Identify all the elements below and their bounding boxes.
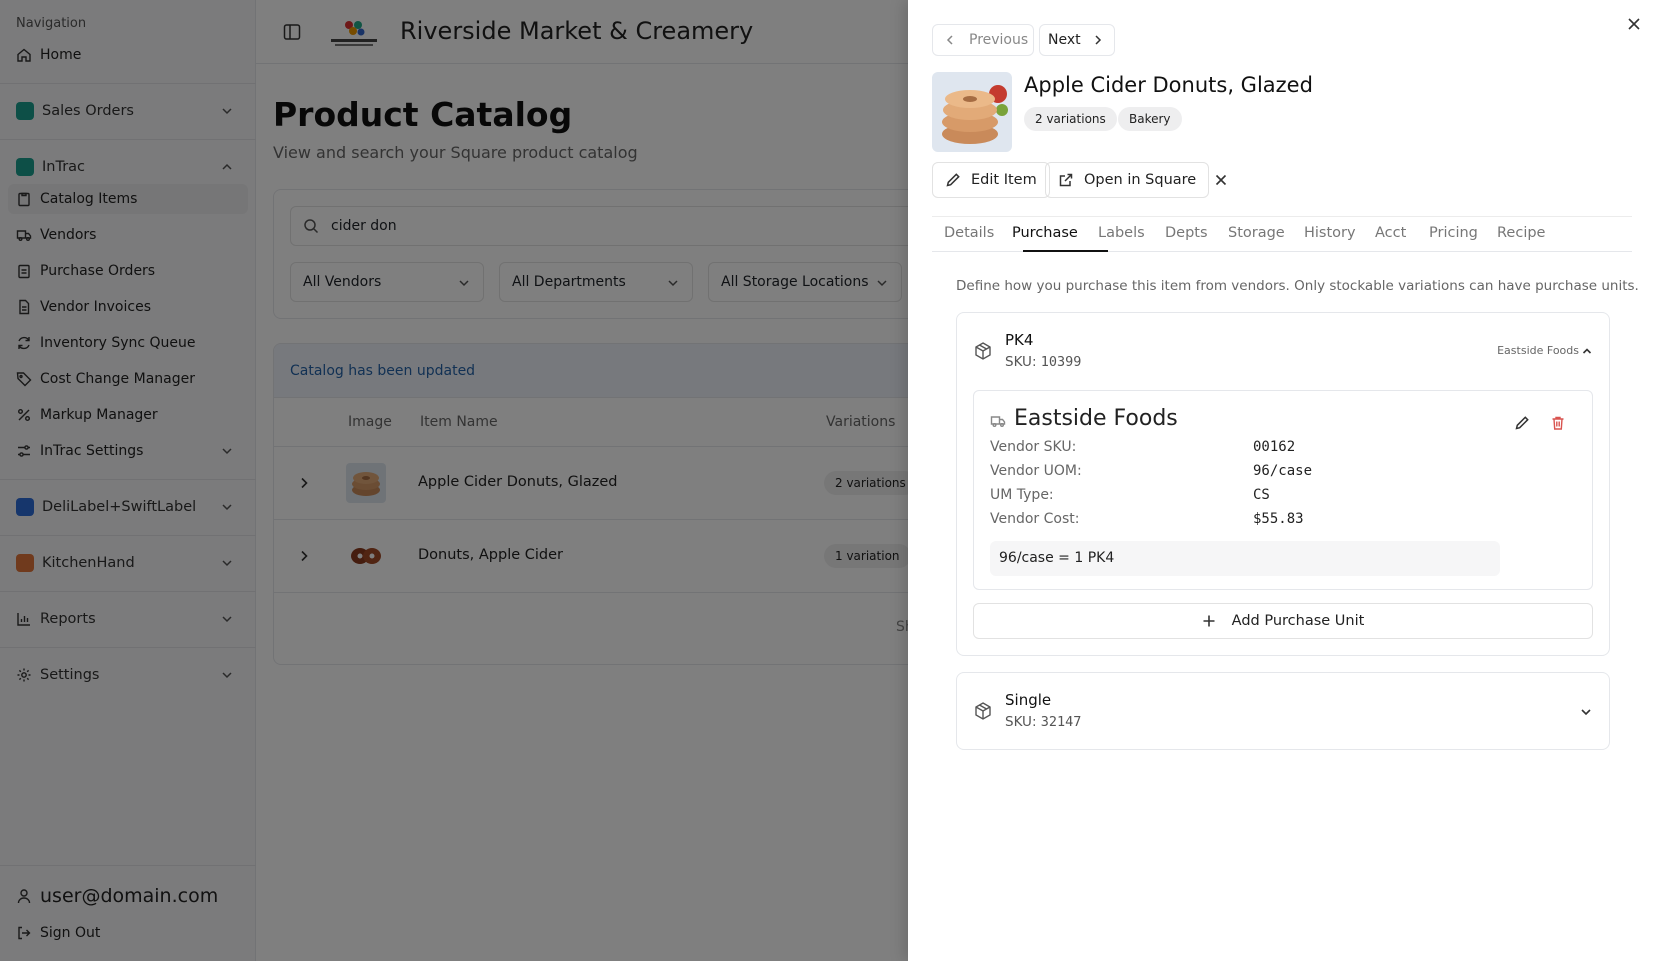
close-icon[interactable] — [1214, 173, 1228, 187]
item-detail-drawer: Previous Next Apple Cider Donuts, Glazed… — [908, 0, 1658, 961]
edit-item-label: Edit Item — [971, 172, 1037, 188]
vendor-cost-value: $55.83 — [1253, 511, 1304, 527]
vendor-purchase-unit: Eastside Foods Vendor SKU: 00162 Vendor … — [973, 390, 1593, 590]
trash-icon[interactable] — [1550, 415, 1566, 431]
item-image — [932, 72, 1012, 152]
chevron-left-icon — [946, 35, 953, 45]
vendor-sku-value: 00162 — [1253, 439, 1296, 455]
open-in-square-button[interactable]: Open in Square — [1045, 162, 1210, 198]
add-purchase-unit-label: Add Purchase Unit — [1231, 613, 1365, 629]
package-icon — [975, 702, 991, 720]
variation-sku: SKU: 10399 — [1005, 354, 1082, 370]
tab-acct[interactable]: Acct — [1375, 225, 1406, 241]
variation-card: PK4 SKU: 10399 Eastside Foods Eastside F… — [956, 312, 1610, 656]
chevron-right-icon — [1095, 35, 1101, 45]
vendor-uom-value: 96/case — [1253, 463, 1313, 479]
field-label: Vendor Cost: — [990, 511, 1080, 527]
um-type-value: CS — [1253, 487, 1270, 503]
active-tab-indicator — [1023, 250, 1108, 252]
tab-recipe[interactable]: Recipe — [1497, 225, 1545, 241]
external-link-icon — [1059, 173, 1073, 187]
field-label: Vendor UOM: — [990, 463, 1082, 479]
package-icon — [975, 342, 991, 360]
field-label: Vendor SKU: — [990, 439, 1077, 455]
tab-bar: Details Purchase Labels Depts Storage Hi… — [932, 216, 1632, 252]
close-icon[interactable] — [1626, 16, 1642, 32]
edit-item-button[interactable]: Edit Item — [932, 162, 1050, 198]
chevron-up-icon[interactable] — [1581, 345, 1593, 357]
chevron-down-icon[interactable] — [1579, 705, 1593, 719]
tab-storage[interactable]: Storage — [1228, 225, 1285, 241]
truck-icon — [990, 416, 1006, 427]
field-label: UM Type: — [990, 487, 1054, 503]
previous-label: Previous — [969, 32, 1029, 48]
previous-button[interactable]: Previous — [932, 24, 1034, 56]
variation-card[interactable]: Single SKU: 32147 — [956, 672, 1610, 750]
tab-history[interactable]: History — [1304, 225, 1356, 241]
variation-name: Single — [1005, 691, 1052, 709]
next-label: Next — [1048, 32, 1081, 48]
variations-pill: 2 variations — [1024, 107, 1117, 131]
pencil-icon[interactable] — [1514, 415, 1530, 431]
plus-icon — [1203, 615, 1215, 627]
tab-depts[interactable]: Depts — [1165, 225, 1208, 241]
pencil-icon — [946, 173, 960, 187]
tab-details[interactable]: Details — [944, 225, 994, 241]
variation-name: PK4 — [1005, 331, 1034, 349]
open-in-square-label: Open in Square — [1084, 172, 1197, 188]
tab-pricing[interactable]: Pricing — [1429, 225, 1478, 241]
vendor-toggle-label[interactable]: Eastside Foods — [1497, 344, 1579, 357]
category-pill: Bakery — [1118, 107, 1182, 131]
tab-purchase[interactable]: Purchase — [1012, 225, 1078, 241]
next-button[interactable]: Next — [1039, 24, 1115, 56]
unit-conversion: 96/case = 1 PK4 — [990, 541, 1500, 576]
item-title: Apple Cider Donuts, Glazed — [1024, 73, 1313, 97]
vendor-name: Eastside Foods — [1014, 406, 1178, 431]
purchase-description: Define how you purchase this item from v… — [956, 278, 1639, 294]
variation-sku: SKU: 32147 — [1005, 714, 1082, 730]
add-purchase-unit-button[interactable]: Add Purchase Unit — [973, 603, 1593, 639]
tab-labels[interactable]: Labels — [1098, 225, 1145, 241]
